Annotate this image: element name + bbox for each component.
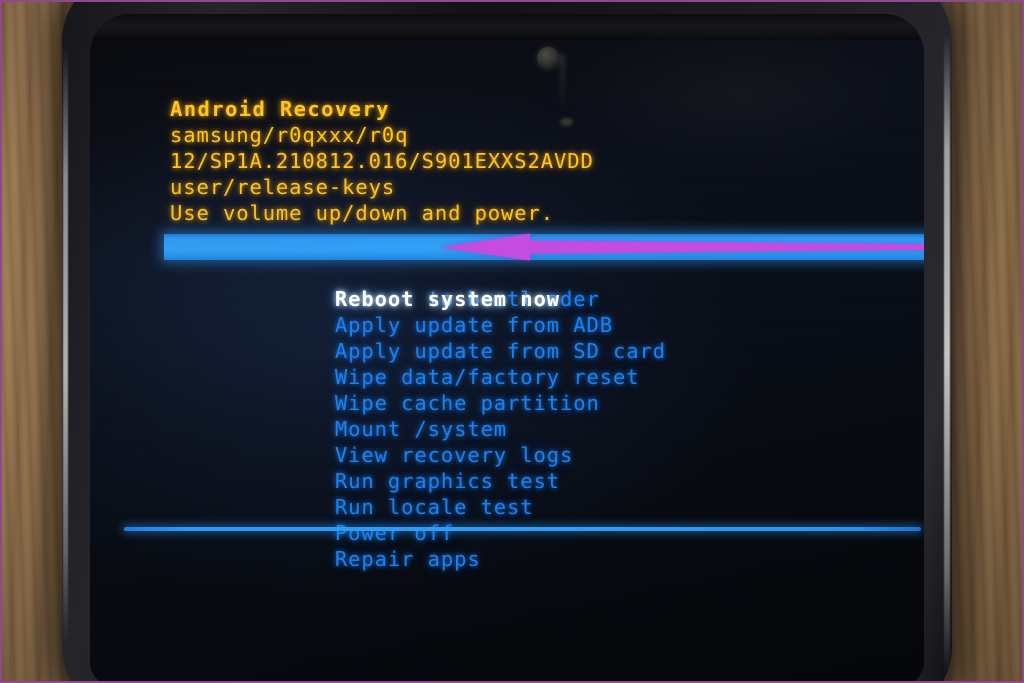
menu-item-wipe-data-factory-reset[interactable]: Wipe data/factory reset [170,338,900,389]
device-fingerprint-line: samsung/r0qxxx/r0q [170,123,409,147]
phone-body: Android Recovery samsung/r0qxxx/r0q 12/S… [62,2,952,681]
recovery-header: Android Recovery samsung/r0qxxx/r0q 12/S… [170,96,900,226]
phone-rim-left [63,44,68,644]
menu-item-view-recovery-logs[interactable]: View recovery logs [170,416,900,467]
menu-item-repair-apps[interactable]: Repair apps [170,520,900,571]
recovery-console: Android Recovery samsung/r0qxxx/r0q 12/S… [164,96,924,571]
menu-divider-rule [124,527,921,531]
build-version-line: 12/SP1A.210812.016/S901EXXS2AVDD [170,149,594,173]
menu-item-apply-update-from-sd-card[interactable]: Apply update from SD card [170,312,900,363]
build-keys-line: user/release-keys [170,175,396,199]
phone-rim-right [944,34,950,674]
navigation-hint-line: Use volume up/down and power. [170,201,555,225]
top-bezel [90,14,924,40]
menu-item-power-off[interactable]: Power off [170,494,900,545]
recovery-title: Android Recovery [170,97,390,121]
menu-item-reboot-to-bootloader[interactable]: Reboot to bootloader [170,260,900,311]
selection-highlight-bar [164,234,924,260]
menu-item-label: Reboot system now [334,287,561,311]
menu-item-wipe-cache-partition[interactable]: Wipe cache partition [170,364,900,415]
recovery-menu: Reboot system now Reboot to bootloader A… [164,233,924,571]
menu-item-mount-system[interactable]: Mount /system [170,390,900,441]
menu-item-run-graphics-test[interactable]: Run graphics test [170,442,900,493]
phone-screen[interactable]: Android Recovery samsung/r0qxxx/r0q 12/S… [90,14,924,681]
menu-item-label: Repair apps [334,547,481,571]
menu-item-run-locale-test[interactable]: Run locale test [170,468,900,519]
front-camera-icon [537,47,559,69]
photograph: Android Recovery samsung/r0qxxx/r0q 12/S… [0,0,1024,683]
menu-item-reboot-system-now[interactable]: Reboot system now [164,233,924,311]
